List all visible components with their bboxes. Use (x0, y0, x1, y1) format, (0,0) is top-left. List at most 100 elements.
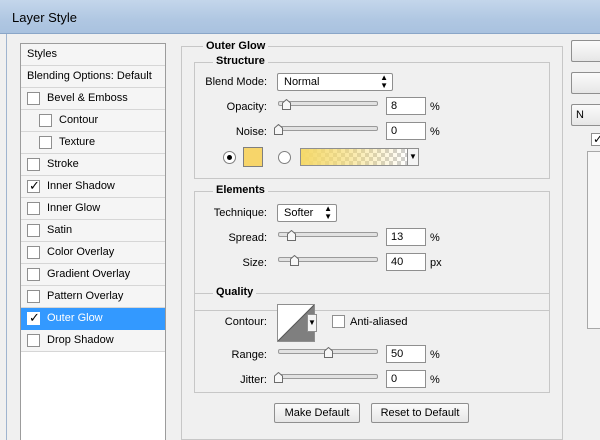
solid-color-radio[interactable] (223, 151, 236, 164)
style-item-checkbox[interactable]: ✓ (27, 310, 40, 325)
opacity-value: 8 (391, 100, 398, 112)
gradient-radio[interactable] (278, 151, 291, 164)
glow-gradient-preview[interactable] (300, 148, 408, 166)
style-item-inner-shadow[interactable]: ✓ Inner Shadow (21, 176, 165, 198)
contour-label: Contour: (224, 316, 267, 328)
elements-title: Elements (213, 184, 268, 196)
radio-dot-icon (227, 155, 232, 160)
range-input[interactable]: 50 (386, 345, 426, 363)
spread-unit: % (430, 232, 440, 244)
select-arrows-icon: ▲ ▼ (380, 73, 388, 90)
jitter-slider[interactable] (278, 374, 378, 379)
style-item-checkbox[interactable] (27, 158, 40, 171)
style-item-label: Outer Glow (47, 312, 103, 324)
blending-options-label: Blending Options: Default (27, 70, 152, 82)
style-item-outer-glow[interactable]: ✓ Outer Glow (21, 308, 165, 330)
style-item-label: Gradient Overlay (47, 268, 131, 280)
technique-select[interactable]: Softer ▲ ▼ (277, 204, 337, 222)
style-item-checkbox[interactable] (27, 246, 40, 259)
opacity-input[interactable]: 8 (386, 97, 426, 115)
spread-input[interactable]: 13 (386, 228, 426, 246)
title-bar[interactable]: Layer Style (0, 0, 600, 34)
chevron-down-icon: ▼ (308, 318, 316, 327)
opacity-unit: % (430, 101, 440, 113)
style-item-checkbox[interactable] (27, 202, 40, 215)
new-style-button[interactable]: N (571, 104, 600, 126)
glow-color-swatch[interactable] (243, 147, 263, 167)
jitter-slider-thumb[interactable] (274, 372, 283, 383)
range-unit: % (430, 349, 440, 361)
size-slider-thumb[interactable] (290, 255, 299, 266)
style-item-label: Color Overlay (47, 246, 115, 258)
blend-mode-label: Blend Mode: (205, 76, 267, 88)
select-arrows-icon: ▲ ▼ (324, 204, 332, 221)
style-item-label: Inner Glow (47, 202, 101, 214)
style-item-drop-shadow[interactable]: Drop Shadow (21, 330, 165, 352)
chevron-down-icon: ▼ (409, 152, 417, 161)
size-input[interactable]: 40 (386, 253, 426, 271)
noise-slider[interactable] (278, 126, 378, 131)
style-item-stroke[interactable]: Stroke (21, 154, 165, 176)
noise-label: Noise: (235, 126, 267, 138)
jitter-value: 0 (391, 373, 398, 385)
style-item-checkbox[interactable] (27, 224, 40, 237)
style-item-checkbox[interactable] (27, 268, 40, 281)
technique-label: Technique: (213, 207, 267, 219)
opacity-slider[interactable] (278, 101, 378, 106)
styles-header[interactable]: Styles (21, 44, 165, 66)
noise-slider-thumb[interactable] (274, 124, 283, 135)
opacity-label: Opacity: (226, 101, 267, 113)
quality-title: Quality (213, 286, 257, 298)
gradient-dropdown-button[interactable]: ▼ (407, 148, 419, 166)
ok-button[interactable] (571, 40, 600, 62)
anti-aliased-checkbox[interactable] (332, 315, 345, 328)
range-value: 50 (391, 348, 404, 360)
style-item-checkbox[interactable]: ✓ (27, 178, 40, 193)
style-item-checkbox[interactable] (27, 290, 40, 303)
style-item-satin[interactable]: Satin (21, 220, 165, 242)
make-default-button[interactable]: Make Default (274, 403, 360, 423)
style-item-label: Pattern Overlay (47, 290, 124, 302)
style-item-checkbox[interactable] (39, 114, 52, 127)
style-item-gradient-overlay[interactable]: Gradient Overlay (21, 264, 165, 286)
style-item-label: Drop Shadow (47, 334, 114, 346)
technique-value: Softer (284, 207, 314, 219)
blending-options-item[interactable]: Blending Options: Default (21, 66, 165, 88)
jitter-unit: % (430, 374, 440, 386)
reset-to-default-button[interactable]: Reset to Default (371, 403, 469, 423)
spread-label: Spread: (228, 232, 267, 244)
style-item-label: Contour (59, 114, 99, 126)
style-item-label: Stroke (47, 158, 79, 170)
style-item-texture[interactable]: Texture (21, 132, 165, 154)
style-item-inner-glow[interactable]: Inner Glow (21, 198, 165, 220)
new-style-label: N (576, 109, 584, 121)
spread-slider-thumb[interactable] (287, 230, 296, 241)
noise-value: 0 (391, 125, 398, 137)
jitter-label: Jitter: (240, 374, 267, 386)
cancel-button[interactable] (571, 72, 600, 94)
style-item-label: Texture (59, 136, 96, 148)
outer-glow-title: Outer Glow (203, 40, 269, 52)
jitter-input[interactable]: 0 (386, 370, 426, 388)
dialog-body: Styles Blending Options: Default Bevel &… (6, 34, 600, 440)
blend-mode-value: Normal (284, 76, 320, 88)
style-preview-thumbnail (587, 151, 600, 329)
opacity-slider-thumb[interactable] (282, 99, 291, 110)
style-item-label: Inner Shadow (47, 180, 115, 192)
style-item-color-overlay[interactable]: Color Overlay (21, 242, 165, 264)
style-item-pattern-overlay[interactable]: Pattern Overlay (21, 286, 165, 308)
size-label: Size: (242, 257, 267, 269)
contour-dropdown-button[interactable]: ▼ (307, 314, 317, 332)
structure-title: Structure (213, 55, 268, 67)
noise-input[interactable]: 0 (386, 122, 426, 140)
range-slider-thumb[interactable] (324, 347, 333, 358)
style-item-checkbox[interactable] (27, 92, 40, 105)
checkmark-icon: ✓ (29, 310, 40, 325)
style-item-bevel-emboss[interactable]: Bevel & Emboss (21, 88, 165, 110)
blend-mode-select[interactable]: Normal ▲ ▼ (277, 73, 393, 91)
style-item-contour[interactable]: Contour (21, 110, 165, 132)
style-item-checkbox[interactable] (27, 334, 40, 347)
style-item-checkbox[interactable] (39, 136, 52, 149)
preview-checkbox[interactable]: ✓ (591, 133, 600, 146)
window-title: Layer Style (12, 10, 78, 25)
